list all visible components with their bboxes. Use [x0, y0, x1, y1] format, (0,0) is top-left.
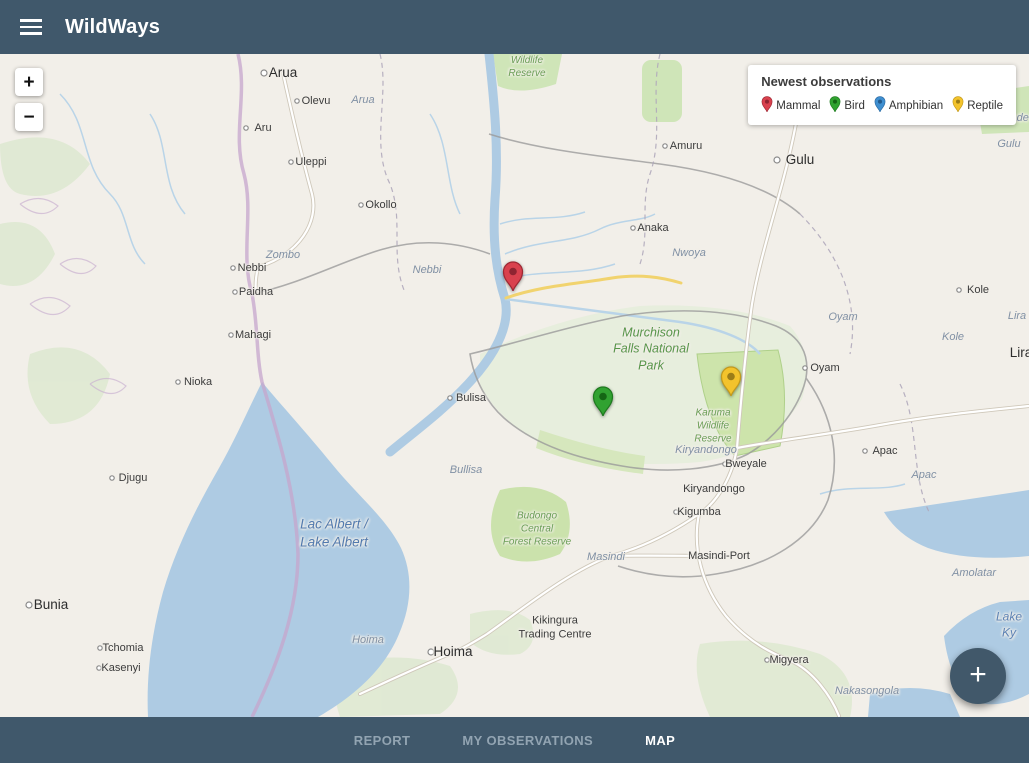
- bottom-gap: [0, 763, 1029, 771]
- bottom-nav: REPORT MY OBSERVATIONS MAP: [0, 717, 1029, 763]
- reptile-pin-icon: [952, 96, 964, 115]
- zoom-out-button[interactable]: −: [15, 103, 43, 131]
- tab-my-observations[interactable]: MY OBSERVATIONS: [452, 727, 603, 754]
- legend-item-mammal: Mammal: [761, 96, 820, 115]
- map-container[interactable]: Wildlife ReserveAruaOlevuAruaAruPadeUlep…: [0, 54, 1029, 717]
- legend-items: Mammal Bird Amphibian Reptile: [761, 96, 1003, 115]
- legend-item-reptile: Reptile: [952, 96, 1003, 115]
- legend-item-label: Bird: [844, 100, 864, 112]
- tab-report[interactable]: REPORT: [344, 727, 421, 754]
- zoom-in-button[interactable]: +: [15, 68, 43, 96]
- tab-map[interactable]: MAP: [635, 727, 685, 754]
- legend-item-bird: Bird: [829, 96, 864, 115]
- hamburger-icon: [20, 26, 42, 29]
- amphibian-pin-icon: [874, 96, 886, 115]
- map-marker-reptile[interactable]: [720, 366, 742, 401]
- menu-button[interactable]: [16, 20, 46, 35]
- app-bar: WildWays: [0, 0, 1029, 54]
- legend-item-amphibian: Amphibian: [874, 96, 943, 115]
- plus-icon: +: [969, 660, 987, 690]
- bird-pin-icon: [829, 96, 841, 115]
- map-canvas: [0, 54, 1029, 717]
- map-marker-mammal[interactable]: [502, 261, 524, 296]
- map-marker-bird[interactable]: [592, 386, 614, 421]
- legend-title: Newest observations: [761, 74, 1003, 89]
- budongo-forest-area: [491, 487, 570, 562]
- legend-item-label: Reptile: [967, 100, 1003, 112]
- legend-item-label: Amphibian: [889, 100, 943, 112]
- legend-item-label: Mammal: [776, 100, 820, 112]
- app-title: WildWays: [65, 16, 160, 39]
- add-observation-fab[interactable]: +: [950, 648, 1006, 704]
- zoom-controls: + −: [15, 68, 43, 131]
- mammal-pin-icon: [761, 96, 773, 115]
- app-window: WildWays: [0, 0, 1029, 771]
- legend-card: Newest observations Mammal Bird Amphibian R…: [748, 65, 1016, 125]
